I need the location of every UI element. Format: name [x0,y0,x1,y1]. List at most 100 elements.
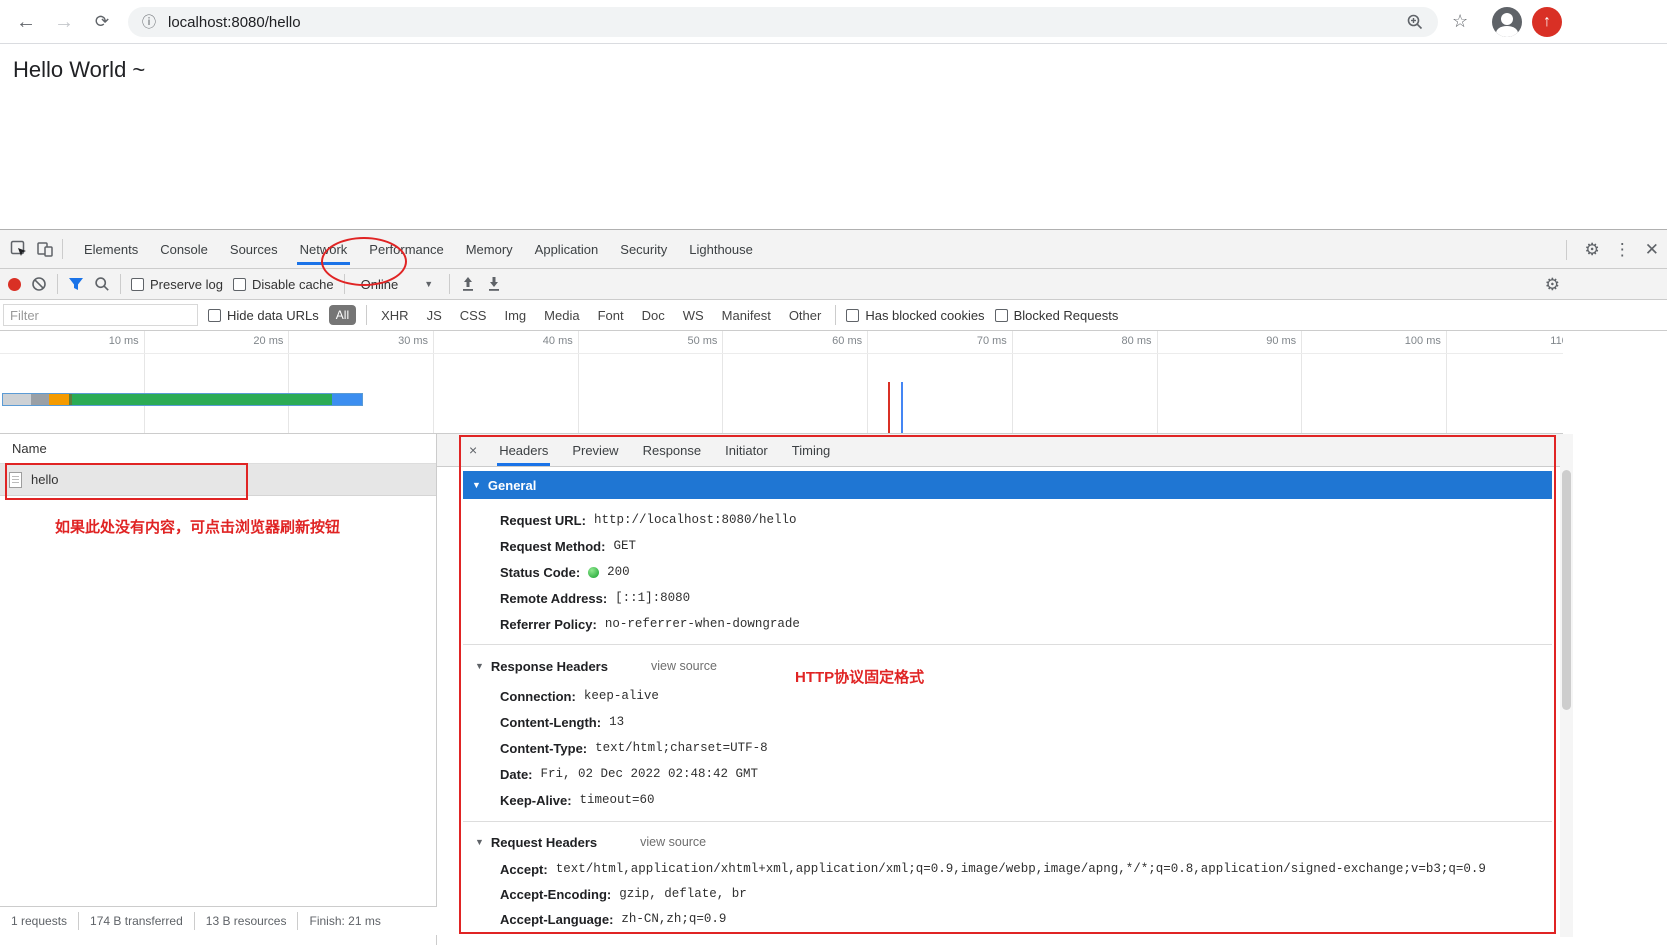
tab-preview[interactable]: Preview [560,434,630,466]
bookmark-star-icon[interactable]: ☆ [1452,11,1468,32]
view-source-link[interactable]: view source [640,835,706,849]
divider [120,274,121,294]
http-format-annotation: HTTP协议固定格式 [795,666,924,687]
filter-type-js[interactable]: JS [423,308,446,323]
back-button[interactable]: ← [12,8,40,36]
checkbox-icon [846,309,859,322]
blocked-requests-checkbox[interactable]: Blocked Requests [995,308,1119,323]
hide-data-urls-checkbox[interactable]: Hide data URLs [208,308,319,323]
name-column-header[interactable]: Name [0,434,436,464]
network-main-area: Name hello 如果此处没有内容，可点击浏览器刷新按钮 1 request… [0,434,1667,945]
timeline-column: 10 ms [0,331,145,434]
tab-sources[interactable]: Sources [219,230,289,268]
header-row-content-length: Content-Length: 13 [500,709,624,735]
checkbox-icon [131,278,144,291]
waterfall-segment-load [332,394,362,405]
reload-button[interactable]: ⟳ [88,8,116,36]
tab-application[interactable]: Application [524,230,610,268]
summary-transferred: 174 B transferred [79,912,195,930]
network-settings-gear-icon[interactable]: ⚙ [1545,275,1560,295]
tab-timing[interactable]: Timing [780,434,843,466]
devtools-close-icon[interactable]: ✕ [1645,240,1659,260]
summary-resources: 13 B resources [195,912,299,930]
filter-type-all[interactable]: All [329,305,356,325]
tab-elements[interactable]: Elements [73,230,149,268]
empty-hint-annotation: 如果此处没有内容，可点击浏览器刷新按钮 [55,516,340,537]
avatar-body [1496,26,1518,37]
timeline-column: 40 ms [434,331,579,434]
tab-response[interactable]: Response [631,434,714,466]
tab-headers[interactable]: Headers [487,434,560,466]
devtools-more-icon[interactable]: ⋮ [1614,240,1631,260]
timeline-column: 80 ms [1013,331,1158,434]
divider [57,274,58,294]
tab-lighthouse[interactable]: Lighthouse [678,230,764,268]
device-toolbar-icon[interactable] [32,237,58,261]
filter-type-xhr[interactable]: XHR [377,308,412,323]
back-icon: ← [16,11,36,34]
filter-type-css[interactable]: CSS [456,308,491,323]
waterfall-overview-bar[interactable] [2,393,363,406]
chevron-down-icon: ▼ [424,279,433,289]
request-headers-section-header[interactable]: ▼ Request Headers view source [475,829,706,855]
checkbox-icon [995,309,1008,322]
filter-type-img[interactable]: Img [500,308,530,323]
tab-memory[interactable]: Memory [455,230,524,268]
throttling-dropdown[interactable]: Online▼ [355,277,440,292]
filter-funnel-icon[interactable] [68,277,84,291]
network-overview-timeline[interactable]: 10 ms 20 ms 30 ms 40 ms 50 ms 60 ms 70 m… [0,331,1563,434]
export-har-icon[interactable] [486,276,502,292]
table-row-hello[interactable]: hello [0,464,436,496]
filter-type-ws[interactable]: WS [679,308,708,323]
timeline-column: 60 ms [723,331,868,434]
divider [366,305,367,325]
header-row-request-url: Request URL: http://localhost:8080/hello [500,507,797,533]
record-button[interactable] [8,278,21,291]
forward-button[interactable]: → [50,8,78,36]
filter-type-manifest[interactable]: Manifest [718,308,775,323]
request-details-pane: × Headers Preview Response Initiator Tim… [437,434,1563,937]
chevron-down-icon: ▼ [475,661,484,671]
divider [0,353,1563,354]
filter-type-other[interactable]: Other [785,308,826,323]
details-scrollbar[interactable] [1560,434,1573,937]
response-headers-section-header[interactable]: ▼ Response Headers view source [475,653,717,679]
tab-console[interactable]: Console [149,230,219,268]
import-har-icon[interactable] [460,276,476,292]
devtools-panel: Elements Console Sources Network Perform… [0,229,1667,945]
browser-update-button[interactable]: ↑ [1532,7,1562,37]
preserve-log-checkbox[interactable]: Preserve log [131,277,223,292]
disable-cache-checkbox[interactable]: Disable cache [233,277,334,292]
page-info-icon[interactable]: ⓘ [142,12,156,32]
divider [463,644,1552,645]
view-source-link[interactable]: view source [651,659,717,673]
tab-initiator[interactable]: Initiator [713,434,780,466]
filter-type-doc[interactable]: Doc [638,308,669,323]
waterfall-segment-queueing [3,394,31,405]
network-action-bar: Preserve log Disable cache Online▼ ⚙ [0,269,1667,300]
header-row-referrer-policy: Referrer Policy: no-referrer-when-downgr… [500,611,800,637]
general-section-header[interactable]: ▼ General [463,471,1552,499]
timeline-column: 50 ms [579,331,724,434]
avatar-head [1501,13,1513,25]
inspect-element-icon[interactable] [6,237,32,261]
clear-requests-icon[interactable] [31,276,47,292]
filter-input[interactable] [3,304,198,326]
zoom-icon[interactable] [1406,13,1424,31]
tab-security[interactable]: Security [609,230,678,268]
dom-content-loaded-marker [888,382,890,434]
filter-type-font[interactable]: Font [594,308,628,323]
close-details-icon[interactable]: × [437,442,487,458]
tab-performance[interactable]: Performance [358,230,454,268]
devtools-settings-icon[interactable]: ⚙ [1585,240,1600,260]
profile-avatar[interactable] [1492,7,1522,37]
tab-network[interactable]: Network [289,230,359,268]
has-blocked-cookies-checkbox[interactable]: Has blocked cookies [846,308,984,323]
scrollbar-thumb[interactable] [1562,470,1571,710]
summary-requests: 1 requests [0,912,79,930]
checkbox-icon [208,309,221,322]
filter-type-media[interactable]: Media [540,308,583,323]
search-icon[interactable] [94,276,110,292]
url-text: localhost:8080/hello [168,14,301,31]
url-bar[interactable]: ⓘ localhost:8080/hello [128,7,1438,37]
